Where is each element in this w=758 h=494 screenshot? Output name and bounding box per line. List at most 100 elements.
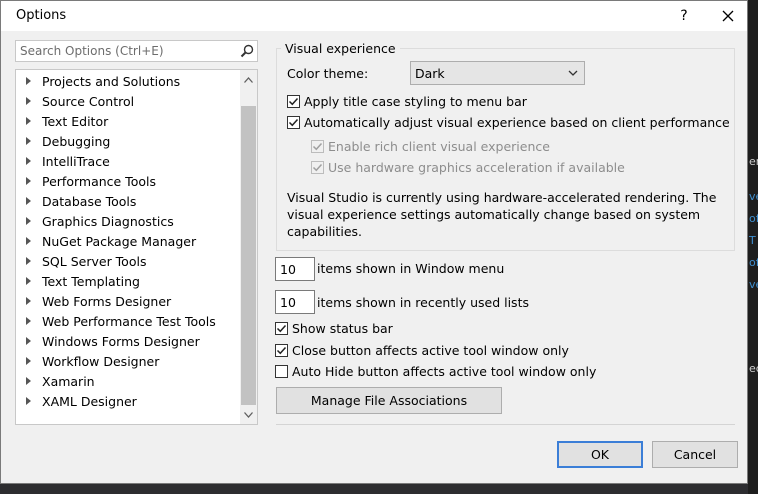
tree-item-label: NuGet Package Manager: [42, 233, 197, 249]
tree-item-web-forms-designer[interactable]: Web Forms Designer: [16, 291, 240, 311]
close-button-checkbox[interactable]: Close button affects active tool window …: [275, 343, 569, 358]
autohide-button-checkbox[interactable]: Auto Hide button affects active tool win…: [275, 364, 596, 379]
chevron-down-icon: [568, 70, 578, 76]
checkbox-label: Enable rich client visual experience: [328, 139, 550, 154]
tree-item-label: Projects and Solutions: [42, 73, 181, 89]
tree-item-label: IntelliTrace: [42, 153, 110, 169]
checkbox-box[interactable]: [287, 116, 300, 129]
checkbox-label: Automatically adjust visual experience b…: [304, 115, 730, 130]
help-button[interactable]: ?: [667, 3, 701, 29]
tree-item-label: Workflow Designer: [42, 353, 160, 369]
expand-arrow-icon[interactable]: [26, 357, 31, 365]
tree-item-label: Web Performance Test Tools: [42, 313, 216, 329]
tree-item-label: Text Editor: [42, 113, 109, 129]
title-bar: Options ?: [1, 1, 747, 31]
expand-arrow-icon[interactable]: [26, 397, 31, 405]
checkbox-box: [311, 161, 324, 174]
expand-arrow-icon[interactable]: [26, 257, 31, 265]
expand-arrow-icon[interactable]: [26, 137, 31, 145]
background-text: ve: [749, 278, 758, 291]
checkbox-box: [311, 140, 324, 153]
tree-item-label: Xamarin: [42, 373, 95, 389]
expand-arrow-icon[interactable]: [26, 337, 31, 345]
tree-item-text-templating[interactable]: Text Templating: [16, 271, 240, 291]
chevron-up-icon: [244, 76, 253, 83]
manage-file-associations-button[interactable]: Manage File Associations: [276, 387, 502, 414]
expand-arrow-icon[interactable]: [26, 117, 31, 125]
checkbox-label: Use hardware graphics acceleration if av…: [328, 160, 625, 175]
tree-item-windows-forms-designer[interactable]: Windows Forms Designer: [16, 331, 240, 351]
tree-item-intellitrace[interactable]: IntelliTrace: [16, 151, 240, 171]
tree-item-source-control[interactable]: Source Control: [16, 91, 240, 111]
recent-label: items shown in recently used lists: [317, 295, 529, 310]
color-theme-dropdown[interactable]: Dark: [410, 61, 585, 85]
tree-item-debugging[interactable]: Debugging: [16, 131, 240, 151]
tree-item-database-tools[interactable]: Database Tools: [16, 191, 240, 211]
tree-item-label: Debugging: [42, 133, 111, 149]
checkmark-icon: [312, 163, 323, 172]
tree-item-xaml-designer[interactable]: XAML Designer: [16, 391, 240, 411]
background-editor-strip: [748, 0, 758, 494]
footer-divider: [276, 424, 735, 425]
search-input[interactable]: [16, 41, 231, 61]
tree-item-label: Database Tools: [42, 193, 137, 209]
tree-item-text-editor[interactable]: Text Editor: [16, 111, 240, 131]
tree-item-label: Source Control: [42, 93, 135, 109]
search-box[interactable]: [15, 40, 258, 62]
expand-arrow-icon[interactable]: [26, 297, 31, 305]
window-title: Options: [16, 8, 67, 23]
expand-arrow-icon[interactable]: [26, 377, 31, 385]
expand-arrow-icon[interactable]: [26, 97, 31, 105]
tree-scrollbar[interactable]: [240, 70, 257, 424]
scroll-up-button[interactable]: [240, 71, 257, 88]
auto-adjust-checkbox[interactable]: Automatically adjust visual experience b…: [287, 115, 730, 130]
checkbox-box[interactable]: [287, 95, 300, 108]
background-text: ve: [749, 190, 758, 203]
title-case-checkbox[interactable]: Apply title case styling to menu bar: [287, 94, 527, 109]
tree-item-graphics-diagnostics[interactable]: Graphics Diagnostics: [16, 211, 240, 231]
expand-arrow-icon[interactable]: [26, 217, 31, 225]
tree-item-label: XAML Designer: [42, 393, 137, 409]
ok-button[interactable]: OK: [557, 441, 643, 468]
expand-arrow-icon[interactable]: [26, 277, 31, 285]
window-menu-label: items shown in Window menu: [317, 261, 505, 276]
tree-item-workflow-designer[interactable]: Workflow Designer: [16, 351, 240, 371]
tree-item-sql-server-tools[interactable]: SQL Server Tools: [16, 251, 240, 271]
checkbox-box[interactable]: [275, 365, 288, 378]
color-theme-value: Dark: [415, 65, 445, 81]
tree-items: Projects and Solutions Source Control Te…: [16, 70, 240, 411]
checkmark-icon: [312, 142, 323, 151]
expand-arrow-icon[interactable]: [26, 157, 31, 165]
tree-item-label: Performance Tools: [42, 173, 156, 189]
tree-item-web-performance-test-tools[interactable]: Web Performance Test Tools: [16, 311, 240, 331]
tree-item-label: Graphics Diagnostics: [42, 213, 174, 229]
tree-item-xamarin[interactable]: Xamarin: [16, 371, 240, 391]
expand-arrow-icon[interactable]: [26, 197, 31, 205]
expand-arrow-icon[interactable]: [26, 237, 31, 245]
checkbox-box[interactable]: [275, 344, 288, 357]
checkbox-box[interactable]: [275, 322, 288, 335]
tree-item-performance-tools[interactable]: Performance Tools: [16, 171, 240, 191]
background-text: of: [749, 212, 758, 225]
close-button[interactable]: [708, 3, 748, 29]
color-theme-label: Color theme:: [287, 66, 369, 81]
recent-count-input[interactable]: 10: [275, 290, 315, 314]
status-bar-checkbox[interactable]: Show status bar: [275, 321, 393, 336]
rendering-info-text: Visual Studio is currently using hardwar…: [287, 190, 717, 239]
tree-item-projects-and-solutions[interactable]: Projects and Solutions: [16, 71, 240, 91]
window-menu-count-input[interactable]: 10: [275, 257, 315, 281]
expand-arrow-icon[interactable]: [26, 77, 31, 85]
scroll-down-button[interactable]: [240, 406, 257, 423]
scroll-thumb[interactable]: [241, 106, 256, 405]
tree-item-nuget-package-manager[interactable]: NuGet Package Manager: [16, 231, 240, 251]
expand-arrow-icon[interactable]: [26, 317, 31, 325]
tree-item-label: SQL Server Tools: [42, 253, 147, 269]
checkmark-icon: [276, 346, 287, 355]
background-text: of: [749, 256, 758, 269]
tree-item-label: Windows Forms Designer: [42, 333, 200, 349]
options-tree: Projects and Solutions Source Control Te…: [15, 69, 258, 425]
search-icon[interactable]: [240, 44, 254, 58]
expand-arrow-icon[interactable]: [26, 177, 31, 185]
close-icon: [722, 10, 734, 22]
cancel-button[interactable]: Cancel: [652, 441, 738, 468]
